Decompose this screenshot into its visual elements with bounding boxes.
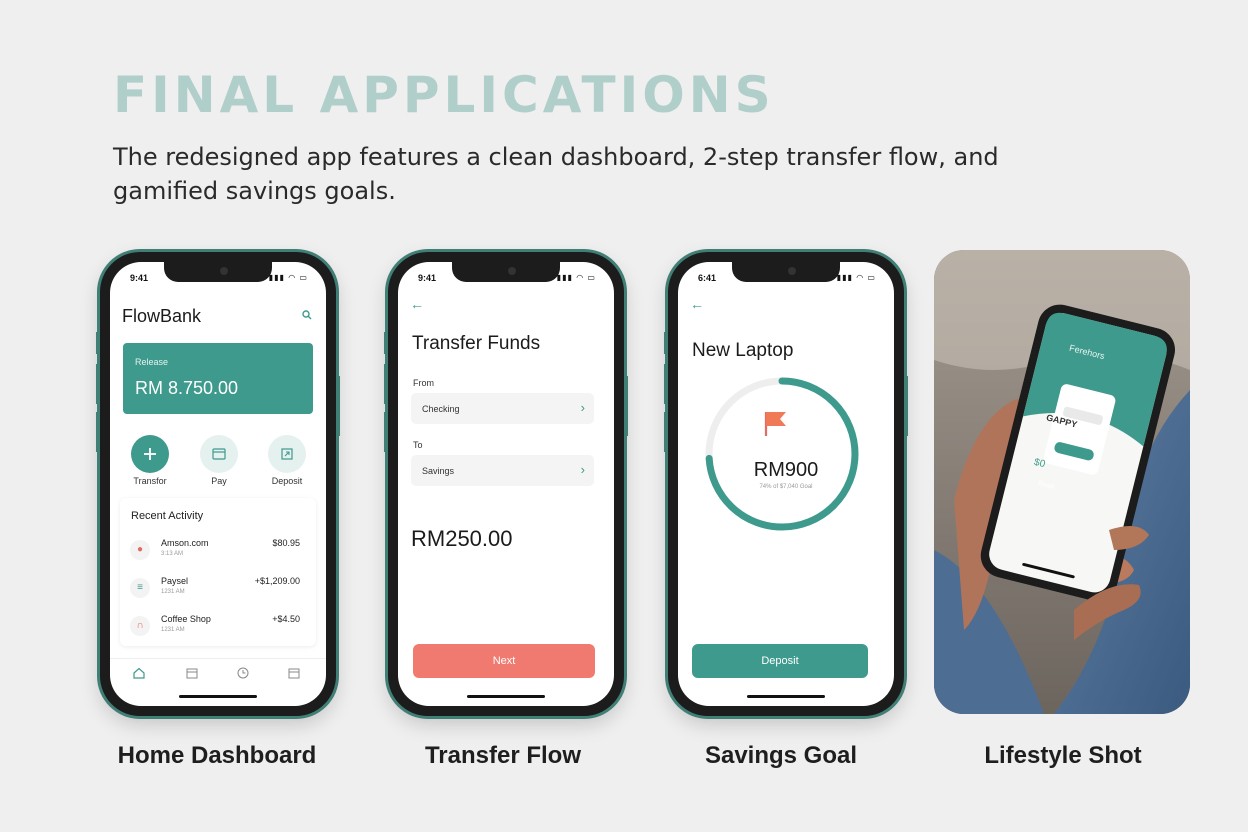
transaction-row[interactable]: ∩ Coffee Shop 1231 AM +$4.50 bbox=[120, 610, 316, 640]
transfer-screen: 9:41 ▮▮▮ ◠ ▭ ← Transfer Funds From Check… bbox=[398, 262, 614, 706]
list-icon: ≡ bbox=[130, 578, 150, 598]
plus-icon bbox=[131, 435, 169, 473]
page-title: FINAL APPLICATIONS bbox=[113, 66, 775, 124]
savings-goal-title: New Laptop bbox=[692, 340, 794, 361]
bottom-tab-bar bbox=[110, 658, 326, 688]
search-icon[interactable] bbox=[302, 310, 312, 320]
caption-transfer-flow: Transfer Flow bbox=[424, 742, 582, 769]
shopping-icon: ● bbox=[130, 540, 150, 560]
savings-screen: 6:41 ▮▮▮ ◠ ▭ ← New Laptop RM900 74% of $… bbox=[678, 262, 894, 706]
phone-savings: 6:41 ▮▮▮ ◠ ▭ ← New Laptop RM900 74% of $… bbox=[664, 252, 908, 716]
transaction-name: Amson.com bbox=[161, 538, 209, 548]
transaction-name: Paysel bbox=[161, 576, 189, 586]
from-account-value: Checking bbox=[422, 404, 460, 414]
transaction-row[interactable]: ● Amson.com 3:13 AM $80.95 bbox=[120, 534, 316, 564]
transaction-amount: $80.95 bbox=[272, 538, 300, 548]
home-screen: 9:41 ▮▮▮ ◠ ▭ FlowBank Release RM 8.750.0… bbox=[110, 262, 326, 706]
to-label: To bbox=[413, 440, 423, 450]
clock-icon[interactable] bbox=[237, 667, 249, 679]
from-label: From bbox=[413, 378, 434, 388]
transaction-row[interactable]: ≡ Paysel 1231 AM +$1,209.00 bbox=[120, 572, 316, 602]
transfer-title: Transfer Funds bbox=[412, 333, 541, 354]
flag-icon bbox=[764, 412, 786, 436]
recent-activity-title: Recent Activity bbox=[131, 510, 204, 522]
savings-progress-text: 74% of $7,040 Goal bbox=[759, 484, 813, 490]
status-time: 9:41 bbox=[130, 273, 149, 283]
to-account-value: Savings bbox=[422, 466, 455, 476]
to-account-select[interactable]: Savings › bbox=[411, 455, 594, 486]
from-account-select[interactable]: Checking › bbox=[411, 393, 594, 424]
transaction-time: 1231 AM bbox=[161, 589, 185, 595]
deposit-button[interactable]: Deposit bbox=[692, 644, 868, 678]
transaction-amount: +$1,209.00 bbox=[254, 576, 300, 586]
lifestyle-photo: Ferehors GAPPY $0 Reait bbox=[934, 250, 1190, 714]
page-subtitle: The redesigned app features a clean dash… bbox=[113, 143, 999, 205]
pay-action-label: Pay bbox=[211, 476, 227, 486]
transaction-time: 1231 AM bbox=[161, 627, 185, 633]
lifestyle-scene-illustration bbox=[934, 250, 1190, 714]
pay-action-button[interactable] bbox=[200, 435, 238, 473]
deposit-icon bbox=[268, 435, 306, 473]
status-icons: ▮▮▮ ◠ ▭ bbox=[268, 273, 308, 282]
status-time: 9:41 bbox=[418, 273, 437, 283]
wallet-icon[interactable] bbox=[288, 667, 300, 679]
home-icon[interactable] bbox=[133, 667, 145, 679]
status-time: 6:41 bbox=[698, 273, 717, 283]
caption-home-dashboard: Home Dashboard bbox=[117, 742, 317, 769]
caption-savings-goal: Savings Goal bbox=[704, 742, 858, 769]
chevron-right-icon: › bbox=[580, 462, 585, 477]
balance-card[interactable]: Release RM 8.750.00 bbox=[123, 343, 313, 414]
status-icons: ▮▮▮ ◠ ▭ bbox=[556, 273, 596, 282]
phone-home: 9:41 ▮▮▮ ◠ ▭ FlowBank Release RM 8.750.0… bbox=[96, 252, 340, 716]
caption-lifestyle-shot: Lifestyle Shot bbox=[984, 742, 1142, 769]
next-button[interactable]: Next bbox=[413, 644, 595, 678]
back-arrow-icon[interactable]: ← bbox=[410, 296, 424, 312]
back-arrow-icon[interactable]: ← bbox=[690, 296, 704, 312]
transaction-amount: +$4.50 bbox=[272, 614, 300, 624]
savings-amount: RM900 bbox=[753, 459, 819, 481]
balance-label: Release bbox=[135, 357, 169, 367]
recent-activity-card: Recent Activity ● Amson.com 3:13 AM $80.… bbox=[120, 498, 316, 646]
transfer-action-label: Transfor bbox=[133, 476, 167, 486]
transfer-amount[interactable]: RM250.00 bbox=[411, 526, 513, 552]
chevron-right-icon: › bbox=[580, 400, 585, 415]
deposit-action-label: Deposit bbox=[271, 476, 303, 486]
balance-amount: RM 8.750.00 bbox=[135, 378, 239, 398]
calendar-icon[interactable] bbox=[186, 667, 198, 679]
coffee-icon: ∩ bbox=[130, 616, 150, 636]
transfer-action-button[interactable] bbox=[131, 435, 169, 473]
status-icons: ▮▮▮ ◠ ▭ bbox=[836, 273, 876, 282]
phone-transfer: 9:41 ▮▮▮ ◠ ▭ ← Transfer Funds From Check… bbox=[384, 252, 628, 716]
deposit-action-button[interactable] bbox=[268, 435, 306, 473]
transaction-name: Coffee Shop bbox=[161, 614, 211, 624]
transaction-time: 3:13 AM bbox=[161, 551, 184, 557]
app-brand: FlowBank bbox=[122, 306, 202, 326]
savings-progress-ring bbox=[705, 377, 859, 531]
card-icon bbox=[200, 435, 238, 473]
